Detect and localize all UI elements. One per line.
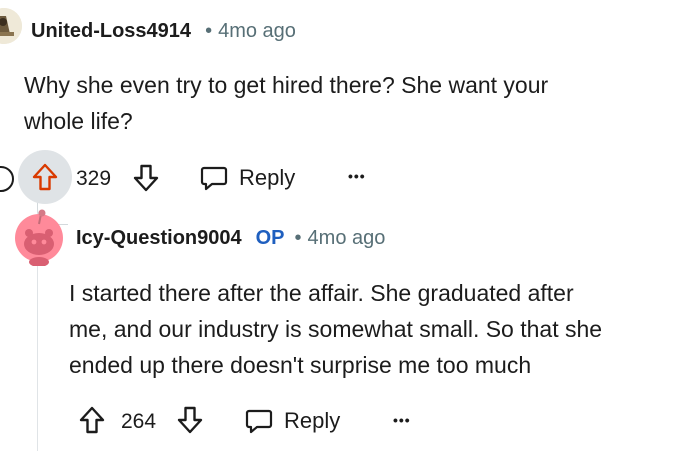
downvote-button[interactable]: [176, 405, 204, 440]
upvote-icon: [32, 163, 58, 191]
vote-count: 264: [121, 410, 157, 433]
comment-header: United-Loss4914 • 4mo ago: [31, 20, 296, 43]
comment-body-line: Why she even try to get hired there? She…: [24, 72, 549, 98]
reply-bubble-icon: [200, 166, 228, 191]
comment-header: Icy-Question9004 OP • 4mo ago: [76, 227, 385, 250]
comment-body: I started there after the affair. She gr…: [69, 275, 679, 383]
upvote-icon: [79, 406, 105, 434]
vote-count: 329: [76, 167, 112, 190]
downvote-button[interactable]: [132, 163, 160, 198]
op-badge: OP: [255, 227, 285, 249]
downvote-icon: [133, 164, 159, 192]
timestamp[interactable]: 4mo ago: [308, 227, 386, 250]
more-options-icon[interactable]: •••: [393, 412, 411, 428]
comment-body: Why she even try to get hired there? She…: [24, 67, 664, 139]
comment-body-line: me, and our industry is somewhat small. …: [69, 316, 603, 342]
upvote-button[interactable]: [78, 405, 106, 440]
avatar-image: [0, 8, 22, 44]
meta-separator: •: [205, 20, 213, 42]
collapse-icon[interactable]: [0, 166, 14, 192]
comment-body-line: I started there after the affair. She gr…: [69, 280, 574, 306]
avatar[interactable]: [15, 206, 63, 271]
more-options-icon[interactable]: •••: [348, 168, 366, 184]
timestamp[interactable]: 4mo ago: [218, 20, 296, 43]
reply-button[interactable]: Reply: [199, 163, 295, 193]
reply-label: Reply: [284, 408, 341, 433]
snoo-avatar-icon: [15, 209, 63, 267]
reply-bubble-icon: [245, 409, 273, 434]
comment-body-line: whole life?: [24, 108, 133, 134]
reply-label: Reply: [239, 165, 296, 190]
meta-separator: •: [294, 227, 302, 249]
avatar[interactable]: [0, 8, 22, 44]
downvote-icon: [177, 406, 203, 434]
username-link[interactable]: Icy-Question9004: [76, 227, 242, 250]
comment-body-line: ended up there doesn't surprise me too m…: [69, 352, 532, 378]
reply-button[interactable]: Reply: [244, 406, 340, 436]
upvote-button[interactable]: [18, 150, 72, 204]
username-link[interactable]: United-Loss4914: [31, 20, 191, 43]
